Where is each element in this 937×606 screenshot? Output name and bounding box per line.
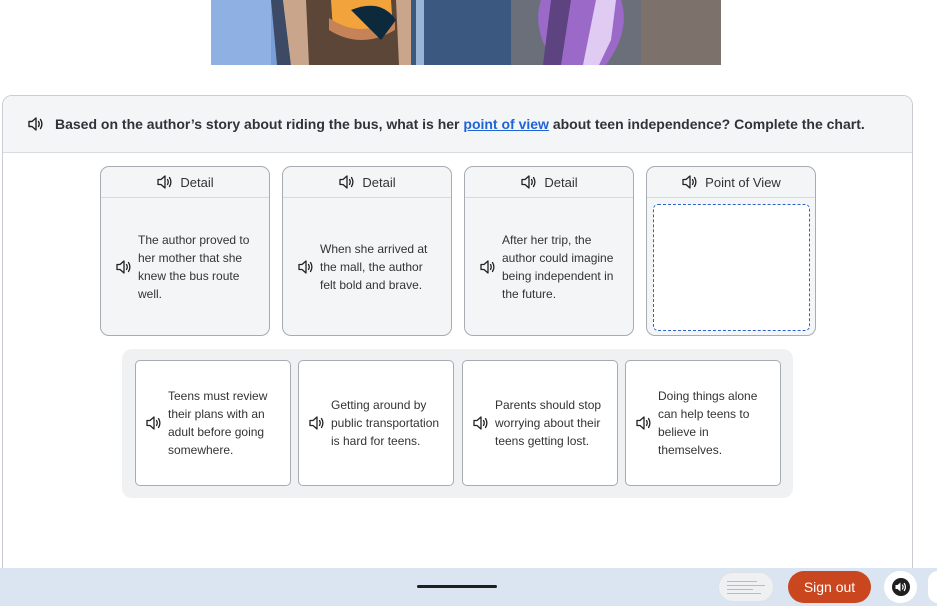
sign-out-button[interactable]: Sign out (788, 571, 871, 603)
detail-card[interactable]: The author proved to her mother that she… (101, 198, 269, 335)
speaker-icon[interactable] (636, 415, 652, 431)
question-card: Based on the author’s story about riding… (2, 95, 913, 585)
chart-column-title: Detail (180, 174, 214, 190)
detail-text: After her trip, the author could imagine… (502, 232, 614, 301)
speaker-icon[interactable] (309, 415, 325, 431)
illustration-art (211, 0, 721, 65)
bottom-bar: Sign out (0, 568, 937, 606)
answer-card[interactable]: Teens must review their plans with an ad… (135, 360, 291, 486)
chart-column-title: Detail (544, 174, 578, 190)
page-thumbnail[interactable] (718, 572, 774, 602)
chart-column-detail-1: Detail The author proved to her mother t… (100, 166, 270, 336)
audio-toggle-icon (891, 578, 910, 596)
answer-text: Parents should stop worrying about their… (495, 398, 602, 448)
speaker-icon[interactable] (298, 259, 314, 275)
answer-bank: Teens must review their plans with an ad… (122, 349, 793, 498)
speaker-icon[interactable] (480, 259, 496, 275)
point-of-view-link[interactable]: point of view (463, 116, 549, 132)
chart-column-header: Detail (283, 167, 451, 198)
answer-card[interactable]: Getting around by public transportation … (298, 360, 454, 486)
point-of-view-drop-zone[interactable] (653, 204, 810, 331)
speaker-icon[interactable] (520, 174, 538, 190)
answer-text: Doing things alone can help teens to bel… (658, 389, 758, 457)
chart-column-header: Detail (101, 167, 269, 198)
answer-card[interactable]: Parents should stop worrying about their… (462, 360, 618, 486)
answer-text: Getting around by public transportation … (331, 398, 440, 448)
speaker-icon[interactable] (116, 259, 132, 275)
question-text-end: about teen independence? Complete the ch… (548, 116, 865, 132)
speaker-icon[interactable] (338, 174, 356, 190)
chart-column-point-of-view: Point of View (646, 166, 816, 336)
detail-card[interactable]: When she arrived at the mall, the author… (283, 198, 451, 335)
question-header: Based on the author’s story about riding… (3, 96, 912, 153)
speaker-icon[interactable] (681, 174, 699, 190)
detail-text: When she arrived at the mall, the author… (320, 241, 428, 292)
speaker-icon[interactable] (156, 174, 174, 190)
answer-text: Teens must review their plans with an ad… (168, 389, 268, 457)
question-text: Based on the author’s story about riding… (55, 116, 865, 132)
story-illustration (211, 0, 721, 65)
chart-column-header: Detail (465, 167, 633, 198)
answer-card[interactable]: Doing things alone can help teens to bel… (625, 360, 781, 486)
menu-button[interactable] (928, 571, 937, 603)
detail-card[interactable]: After her trip, the author could imagine… (465, 198, 633, 335)
question-text-start: Based on the author’s story about riding… (55, 116, 464, 132)
chart-column-detail-2: Detail When she arrived at the mall, the… (282, 166, 452, 336)
speaker-icon[interactable] (146, 415, 162, 431)
drag-handle[interactable] (417, 585, 497, 588)
chart-column-detail-3: Detail After her trip, the author could … (464, 166, 634, 336)
chart-column-header: Point of View (647, 167, 815, 198)
chart-column-title: Detail (362, 174, 396, 190)
speaker-icon[interactable] (473, 415, 489, 431)
detail-text: The author proved to her mother that she… (138, 232, 250, 301)
speaker-icon[interactable] (27, 116, 45, 132)
audio-toggle-button[interactable] (884, 571, 917, 603)
chart-column-title: Point of View (705, 174, 781, 190)
